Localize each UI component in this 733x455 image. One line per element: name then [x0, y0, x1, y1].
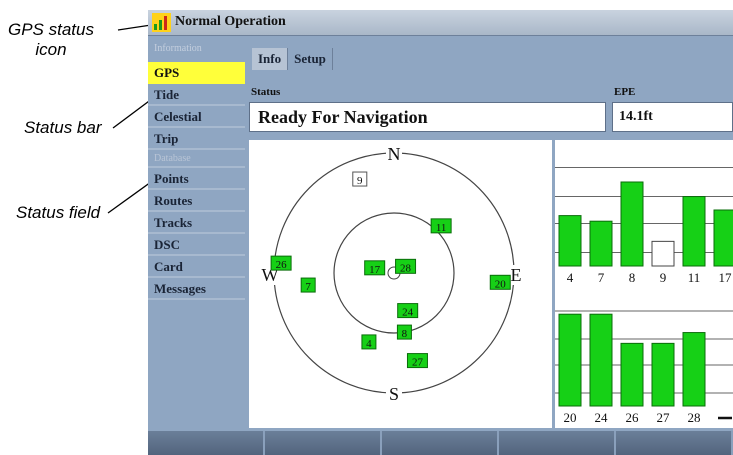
direction-label-s: S [389, 384, 399, 404]
signal-bar-label: 17 [719, 270, 733, 285]
callout-line-2: icon [35, 40, 67, 59]
device-screen: Normal Operation Information GPS Tide Celes… [148, 10, 733, 455]
sidebar-item-card[interactable]: Card [148, 256, 245, 278]
signal-bar [651, 342, 675, 407]
status-bar: Normal Operation [148, 10, 733, 36]
softkey-bar [148, 431, 733, 455]
satellite-id-label: 7 [305, 281, 311, 293]
callout-status-bar: Status bar [24, 118, 102, 137]
satellite-id-label: 26 [276, 259, 288, 271]
sidebar: Information GPS Tide Celestial Trip Database P… [148, 36, 245, 416]
signal-bar [682, 196, 706, 267]
signal-bars-svg: 4 7 8 9 11 17 20 24 26 27 28 [555, 166, 733, 425]
tab-setup[interactable]: Setup [288, 48, 333, 70]
signal-bar [620, 342, 644, 407]
epe-field: 14.1ft [612, 102, 733, 132]
sidebar-item-routes[interactable]: Routes [148, 190, 245, 212]
softkey-2[interactable] [265, 431, 382, 455]
signal-bar-label: 9 [660, 270, 667, 285]
sky-view-svg: NSEW91117 28267 20248427 [262, 144, 524, 404]
softkey-1[interactable] [148, 431, 265, 455]
sidebar-item-celestial[interactable]: Celestial [148, 106, 245, 128]
signal-bar [713, 209, 733, 267]
signal-bar-label: 24 [595, 410, 609, 425]
signal-bar [589, 313, 613, 407]
signal-bar-label: 8 [629, 270, 636, 285]
satellite-id-label: 11 [436, 222, 447, 234]
signal-bar-label: 27 [657, 410, 671, 425]
signal-bar-label: 28 [688, 410, 701, 425]
status-label: Status [251, 86, 281, 98]
satellite-id-label: 24 [402, 307, 414, 319]
callout-gps-status-icon: GPS status icon [8, 20, 94, 60]
signal-strength-bars: 4 7 8 9 11 17 20 24 26 27 28 [555, 140, 733, 428]
sidebar-item-points[interactable]: Points [148, 168, 245, 190]
direction-label-e: E [511, 265, 522, 285]
signal-bar-label: 26 [626, 410, 640, 425]
epe-label: EPE [614, 86, 636, 98]
direction-label-n: N [388, 144, 401, 164]
signal-bar [620, 181, 644, 267]
sidebar-item-trip[interactable]: Trip [148, 128, 245, 150]
satellite-id-label: 27 [412, 357, 424, 369]
satellite-id-label: 17 [369, 264, 381, 276]
callout-status-field: Status field [16, 203, 101, 222]
signal-bar-label: 4 [567, 270, 574, 285]
satellite-id-label: 9 [357, 175, 363, 187]
signal-bar [558, 215, 582, 267]
sidebar-item-tide[interactable]: Tide [148, 84, 245, 106]
status-bar-text: Normal Operation [175, 14, 286, 29]
signal-bar-label: 20 [564, 410, 577, 425]
satellite-id-label: 28 [400, 262, 412, 274]
sidebar-header: Information [154, 43, 202, 54]
status-field: Ready For Navigation [249, 102, 606, 132]
satellite-id-label: 8 [402, 328, 408, 340]
sidebar-item-tracks[interactable]: Tracks [148, 212, 245, 234]
sidebar-item-dsc[interactable]: DSC [148, 234, 245, 256]
signal-bar [558, 313, 582, 407]
satellite-sky-view: N S E W 9 11 17 28 26 7 20 24 8 4 27 [249, 140, 552, 428]
softkey-3[interactable] [382, 431, 499, 455]
satellite-id-label: 20 [495, 278, 507, 290]
status-value: Ready For Navigation [258, 107, 428, 127]
sidebar-subheader: Database [148, 150, 245, 168]
signal-bar [589, 220, 613, 267]
tab-info[interactable]: Info [252, 48, 289, 70]
signal-bar-label: 11 [688, 270, 701, 285]
softkey-5[interactable] [616, 431, 733, 455]
satellite-id-label: 4 [366, 338, 372, 350]
signal-bar [651, 240, 675, 267]
tab-bar: Info Setup [252, 48, 333, 72]
epe-value: 14.1ft [619, 109, 653, 124]
signal-bar [682, 332, 706, 407]
softkey-4[interactable] [499, 431, 616, 455]
callout-line-1: GPS status [8, 20, 94, 39]
sidebar-item-gps[interactable]: GPS [148, 62, 245, 84]
signal-bar-label: 7 [598, 270, 605, 285]
gps-status-icon [152, 13, 171, 32]
sidebar-item-messages[interactable]: Messages [148, 278, 245, 300]
